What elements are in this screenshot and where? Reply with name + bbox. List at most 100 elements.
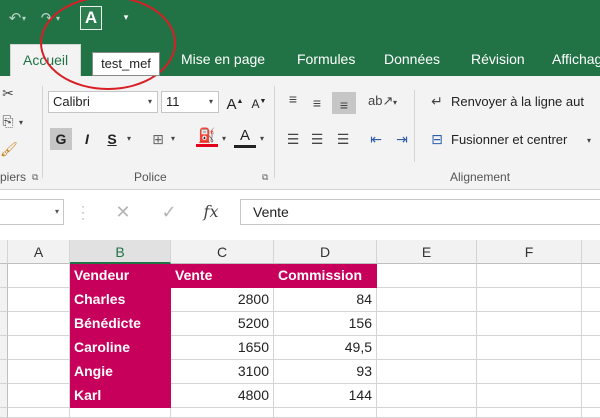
confirm-entry-button[interactable]: ✓ <box>156 200 182 224</box>
column-header-f[interactable]: F <box>477 240 582 264</box>
table-row-vente[interactable]: 4800 <box>171 384 274 408</box>
table-row-vendeur[interactable]: Bénédicte <box>70 312 171 336</box>
undo-dropdown-icon[interactable]: ▾ <box>22 12 30 26</box>
row-header[interactable] <box>0 408 8 418</box>
grow-font-button[interactable]: A▲ <box>224 91 246 113</box>
cell[interactable] <box>377 360 477 384</box>
tab-formules[interactable]: Formules <box>297 38 355 76</box>
font-launcher-icon[interactable]: ⧉ <box>262 172 268 182</box>
wrap-text-button[interactable]: Renvoyer à la ligne aut <box>451 94 584 110</box>
table-row-vendeur[interactable]: Caroline <box>70 336 171 360</box>
fill-color-dropdown-icon[interactable]: ▾ <box>219 130 229 148</box>
column-header-a[interactable]: A <box>8 240 70 264</box>
row-header[interactable] <box>0 336 8 360</box>
cell[interactable] <box>8 288 70 312</box>
redo-icon[interactable]: ↷ <box>36 10 58 28</box>
cell[interactable] <box>582 288 600 312</box>
row-header[interactable] <box>0 384 8 408</box>
italic-button[interactable]: I <box>76 128 98 150</box>
table-row-vendeur[interactable]: Charles <box>70 288 171 312</box>
cell[interactable] <box>377 408 477 418</box>
drag-handle-icon[interactable]: · · · <box>80 200 86 224</box>
merge-dropdown-icon[interactable]: ▾ <box>584 132 594 150</box>
table-row-vente[interactable]: 2800 <box>171 288 274 312</box>
tab-revision[interactable]: Révision <box>471 38 525 76</box>
shrink-font-button[interactable]: A▼ <box>248 91 270 113</box>
underline-dropdown-icon[interactable]: ▾ <box>124 130 134 148</box>
table-row-vente[interactable]: 5200 <box>171 312 274 336</box>
cell[interactable] <box>477 264 582 288</box>
underline-button[interactable]: S <box>101 128 123 150</box>
orientation-dropdown-icon[interactable]: ▾ <box>390 94 400 112</box>
align-left-icon[interactable]: ☰ <box>284 130 302 148</box>
cell[interactable] <box>582 408 600 418</box>
cell[interactable] <box>8 312 70 336</box>
name-box[interactable]: ▾ <box>0 199 64 225</box>
align-top-icon[interactable]: ≡ <box>284 90 302 108</box>
cell[interactable] <box>477 288 582 312</box>
cell[interactable] <box>377 312 477 336</box>
row-header[interactable] <box>0 312 8 336</box>
font-color-dropdown-icon[interactable]: ▾ <box>257 130 267 148</box>
align-middle-icon[interactable]: ≡ <box>308 94 326 112</box>
tab-affichage[interactable]: Affichag <box>552 38 600 76</box>
clipboard-launcher-icon[interactable]: ⧉ <box>32 172 38 182</box>
redo-dropdown-icon[interactable]: ▾ <box>56 12 64 26</box>
cell[interactable] <box>582 264 600 288</box>
cell[interactable] <box>477 360 582 384</box>
column-header-d[interactable]: D <box>274 240 377 264</box>
cell[interactable] <box>274 408 377 418</box>
cell[interactable] <box>8 264 70 288</box>
customize-qat-icon[interactable]: ▾ <box>121 10 131 24</box>
column-header-g[interactable] <box>582 240 600 264</box>
table-header-commission[interactable]: Commission <box>274 264 377 288</box>
table-row-commission[interactable]: 93 <box>274 360 377 384</box>
select-all-corner[interactable] <box>0 240 8 264</box>
increase-indent-icon[interactable]: ⇥ <box>392 130 412 148</box>
table-row-vente[interactable]: 1650 <box>171 336 274 360</box>
table-row-vente[interactable]: 3100 <box>171 360 274 384</box>
cell[interactable] <box>377 336 477 360</box>
wrap-text-icon[interactable]: ↵ <box>428 92 446 110</box>
font-size-select[interactable]: 11 ▾ <box>161 91 219 113</box>
column-header-e[interactable]: E <box>377 240 477 264</box>
row-header[interactable] <box>0 288 8 312</box>
cell[interactable] <box>477 312 582 336</box>
cell[interactable] <box>582 384 600 408</box>
table-row-commission[interactable]: 49,5 <box>274 336 377 360</box>
copy-icon[interactable]: ⎘ <box>0 112 16 130</box>
align-bottom-icon[interactable]: ≡ <box>332 92 356 114</box>
insert-function-button[interactable]: fx <box>198 200 224 224</box>
column-header-c[interactable]: C <box>171 240 274 264</box>
row-header[interactable] <box>0 360 8 384</box>
cut-icon[interactable]: ✂ <box>0 84 16 102</box>
cancel-entry-button[interactable]: ✕ <box>110 200 136 224</box>
cell[interactable] <box>8 336 70 360</box>
copy-dropdown-icon[interactable]: ▾ <box>16 114 26 132</box>
font-color-button[interactable]: A <box>234 126 256 148</box>
cell[interactable] <box>582 312 600 336</box>
tab-accueil[interactable]: Accueil <box>10 44 82 76</box>
orientation-icon[interactable]: ab↗ <box>368 92 393 110</box>
cell[interactable] <box>477 384 582 408</box>
borders-dropdown-icon[interactable]: ▾ <box>168 130 178 148</box>
cell[interactable] <box>377 384 477 408</box>
cell[interactable] <box>70 408 171 418</box>
align-center-icon[interactable]: ☰ <box>308 130 326 148</box>
table-header-vente[interactable]: Vente <box>171 264 274 288</box>
cell[interactable] <box>8 384 70 408</box>
cell[interactable] <box>477 408 582 418</box>
merge-center-button[interactable]: Fusionner et centrer <box>451 132 567 148</box>
font-name-select[interactable]: Calibri ▾ <box>48 91 158 113</box>
table-header-vendeur[interactable]: Vendeur <box>70 264 171 288</box>
tab-mise-en-page[interactable]: Mise en page <box>181 38 265 76</box>
format-painter-icon[interactable]: 🖌 <box>0 140 18 158</box>
tab-donnees[interactable]: Données <box>384 38 440 76</box>
table-row-vendeur[interactable]: Angie <box>70 360 171 384</box>
table-row-commission[interactable]: 84 <box>274 288 377 312</box>
bold-button[interactable]: G <box>50 128 72 150</box>
table-row-commission[interactable]: 144 <box>274 384 377 408</box>
merge-center-icon[interactable]: ⊟ <box>428 130 446 148</box>
table-row-commission[interactable]: 156 <box>274 312 377 336</box>
custom-format-button[interactable]: A <box>80 6 102 30</box>
